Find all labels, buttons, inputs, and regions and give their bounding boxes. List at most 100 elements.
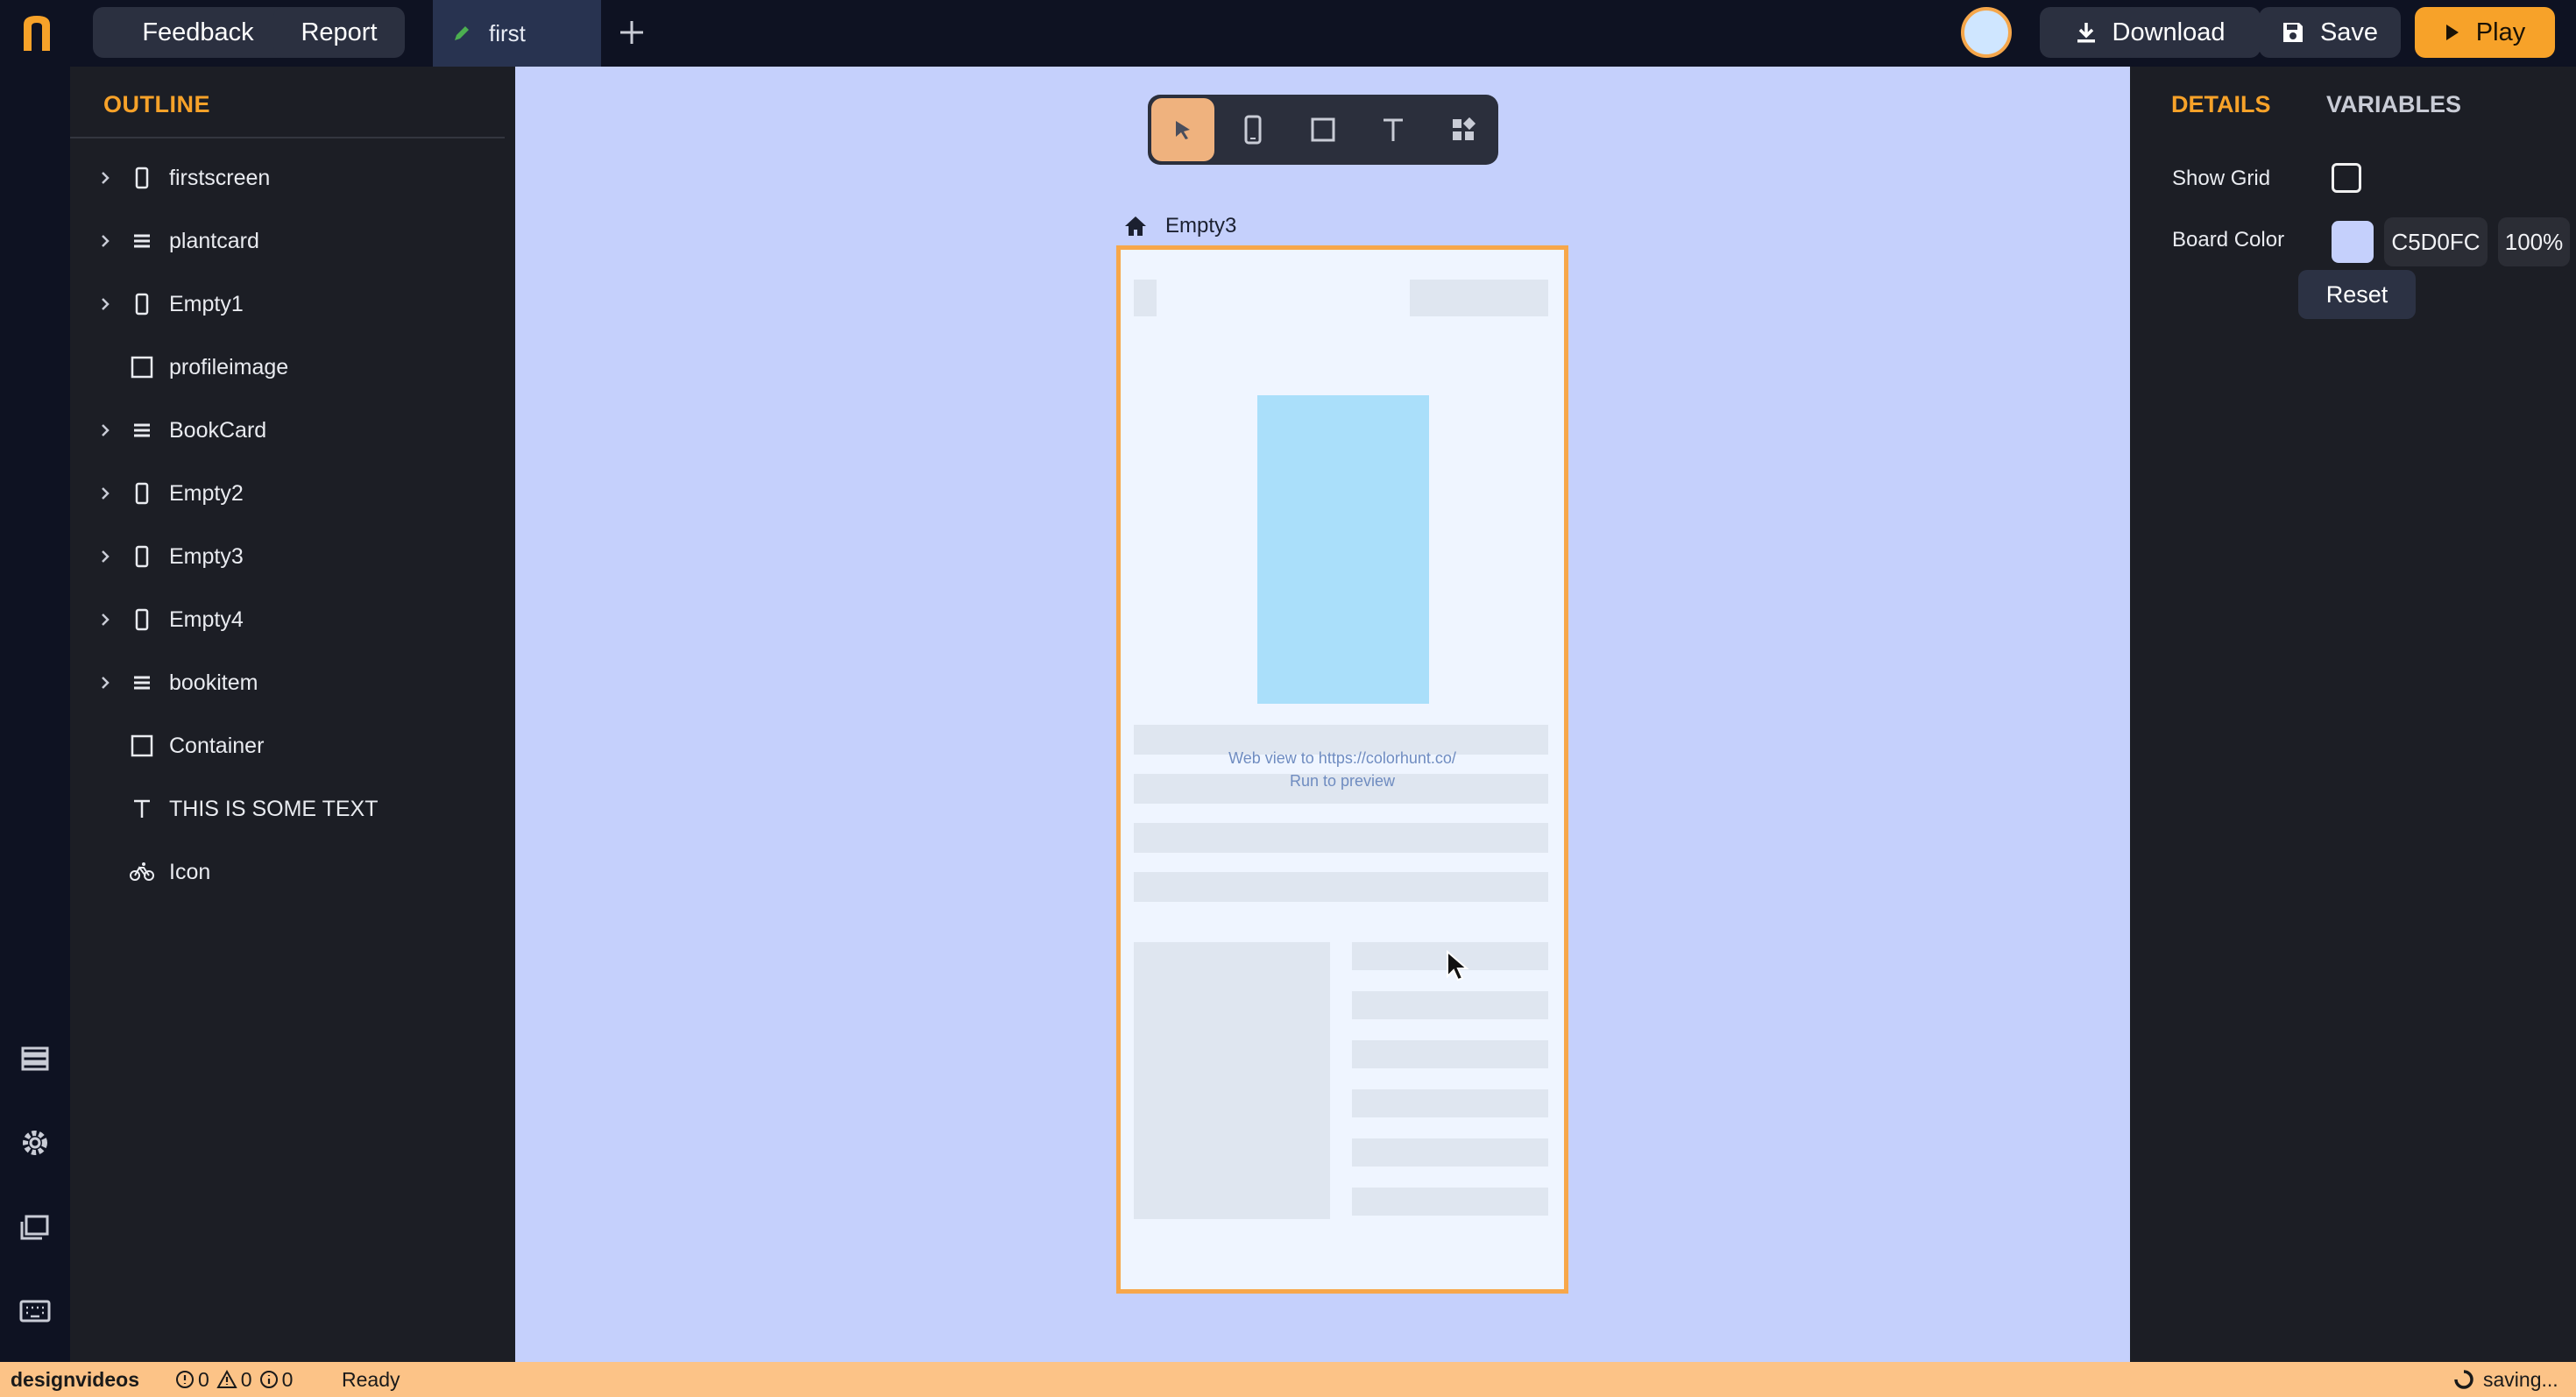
chevron-right-icon[interactable] <box>96 548 114 565</box>
info-icon <box>259 1371 278 1388</box>
pencil-icon <box>455 26 469 40</box>
square-icon <box>1311 117 1335 142</box>
warning-count: 0 <box>216 1368 252 1392</box>
download-label: Download <box>2112 18 2226 46</box>
status-text: Ready <box>342 1367 400 1391</box>
save-icon <box>2282 23 2303 42</box>
outline-item-empty3[interactable]: Empty3 <box>70 530 508 583</box>
canvas-toolbar <box>1148 95 1498 165</box>
text-tool-button[interactable] <box>1362 98 1425 161</box>
show-grid-checkbox[interactable] <box>2332 163 2361 193</box>
status-bar: designvideos 0 0 0 Ready saving... <box>0 1362 2576 1397</box>
tab-details[interactable]: DETAILS <box>2171 91 2271 118</box>
container-tool-button[interactable] <box>1292 98 1355 161</box>
outline-title: OUTLINE <box>103 91 210 117</box>
placeholder-block <box>1134 280 1157 316</box>
saving-indicator: saving... <box>2453 1362 2558 1397</box>
gear-icon[interactable] <box>18 1125 53 1160</box>
outline-item-label: profileimage <box>169 354 289 379</box>
chevron-right-icon[interactable] <box>96 422 114 439</box>
board-color-swatch[interactable] <box>2332 221 2374 263</box>
outline-item-bookitem[interactable]: bookitem <box>70 656 508 709</box>
saving-label: saving... <box>2483 1367 2558 1391</box>
webview-run-hint: Run to preview <box>1289 772 1396 790</box>
phone-icon <box>130 544 154 569</box>
board-color-opacity-input[interactable]: 100% <box>2498 217 2570 266</box>
outline-item-empty1[interactable]: Empty1 <box>70 278 508 330</box>
add-tab-icon[interactable] <box>613 14 650 51</box>
error-count-value: 0 <box>198 1367 209 1391</box>
folder-icon[interactable] <box>18 1209 53 1245</box>
chevron-right-icon[interactable] <box>96 485 114 502</box>
warning-icon <box>216 1370 237 1388</box>
text-icon <box>1384 118 1403 141</box>
home-icon <box>1125 216 1146 236</box>
board-empty3[interactable]: Web view to https://colorhunt.co/ Run to… <box>1116 245 1568 1294</box>
outline-item-empty4[interactable]: Empty4 <box>70 593 508 646</box>
outline-item-plantcard[interactable]: plantcard <box>70 215 508 267</box>
outline-item-profileimage[interactable]: profileimage <box>70 341 508 394</box>
save-button[interactable]: Save <box>2259 7 2401 58</box>
chevron-right-icon[interactable] <box>96 295 114 313</box>
design-canvas[interactable]: Empty3 Web view to https://colorhunt.co/… <box>515 67 2130 1362</box>
outline-item-label: Icon <box>169 859 211 884</box>
placeholder-bar <box>1352 1040 1548 1068</box>
tab-first[interactable]: first <box>433 0 601 67</box>
outline-item-icon[interactable]: Icon <box>70 846 508 898</box>
outline-item-label: Empty1 <box>169 291 244 316</box>
left-rail <box>0 67 70 1362</box>
placeholder-bar <box>1134 823 1548 853</box>
keyboard-icon[interactable] <box>18 1294 53 1329</box>
board-color-hex-input[interactable]: C5D0FC <box>2384 217 2488 266</box>
list-icon <box>130 670 154 695</box>
outline-item-bookcard[interactable]: BookCard <box>70 404 508 457</box>
outline-item-label: Empty4 <box>169 606 244 632</box>
board-color-label: Board Color <box>2172 228 2285 252</box>
outline-item-label: Empty2 <box>169 480 244 506</box>
components-tool-button[interactable] <box>1432 98 1495 161</box>
error-icon <box>176 1371 194 1388</box>
download-icon <box>2077 23 2095 43</box>
tab-variables[interactable]: VARIABLES <box>2326 91 2461 118</box>
report-button[interactable]: Report <box>273 7 405 58</box>
square-icon <box>130 355 154 379</box>
outline-item-label: plantcard <box>169 228 259 253</box>
show-grid-label: Show Grid <box>2172 167 2271 190</box>
project-name[interactable]: designvideos <box>11 1362 139 1397</box>
outline-item-label: firstscreen <box>169 165 271 190</box>
select-tool-button[interactable] <box>1151 98 1214 161</box>
avatar[interactable] <box>1961 7 2012 58</box>
phone-icon <box>130 481 154 506</box>
outline-item-text[interactable]: THIS IS SOME TEXT <box>70 783 508 835</box>
problem-counts[interactable]: 0 0 0 <box>175 1362 300 1397</box>
reset-button[interactable]: Reset <box>2298 270 2416 319</box>
phone-icon <box>130 292 154 316</box>
app-logo-icon[interactable] <box>19 12 54 53</box>
play-button[interactable]: Play <box>2415 7 2555 58</box>
layers-icon[interactable] <box>18 1041 53 1076</box>
outline-item-label: THIS IS SOME TEXT <box>169 796 379 821</box>
outline-item-container[interactable]: Container <box>70 720 508 772</box>
image-placeholder <box>1257 395 1429 704</box>
placeholder-bar <box>1352 991 1548 1019</box>
outline-item-empty2[interactable]: Empty2 <box>70 467 508 520</box>
chevron-right-icon[interactable] <box>96 611 114 628</box>
spinner-icon <box>2454 1370 2473 1389</box>
chevron-right-icon[interactable] <box>96 169 114 187</box>
warning-count-value: 0 <box>240 1367 252 1391</box>
info-count: 0 <box>259 1368 293 1392</box>
outline-item-label: bookitem <box>169 670 258 695</box>
error-count: 0 <box>175 1368 209 1392</box>
download-button[interactable]: Download <box>2040 7 2261 58</box>
outline-item-firstscreen[interactable]: firstscreen <box>70 152 508 204</box>
placeholder-bar <box>1352 1138 1548 1167</box>
chevron-right-icon[interactable] <box>96 232 114 250</box>
phone-tool-button[interactable] <box>1221 98 1284 161</box>
play-icon <box>2445 25 2459 40</box>
feedback-button[interactable]: Feedback <box>93 7 303 58</box>
chevron-right-icon[interactable] <box>96 674 114 691</box>
board-label[interactable]: Empty3 <box>1123 214 1236 238</box>
placeholder-block <box>1410 280 1548 316</box>
text-icon <box>130 797 154 821</box>
placeholder-block <box>1134 942 1330 1219</box>
